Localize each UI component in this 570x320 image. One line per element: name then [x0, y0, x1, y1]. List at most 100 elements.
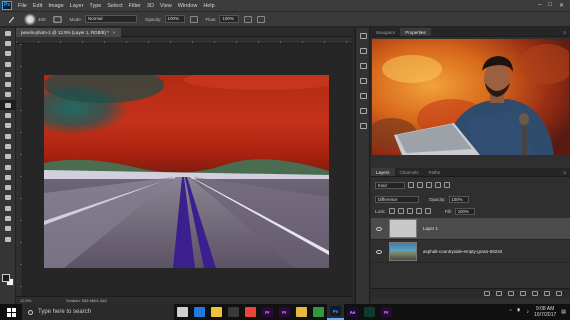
minimize-icon[interactable]: –	[538, 2, 541, 9]
healing-brush-tool-icon[interactable]	[0, 90, 16, 100]
clone-stamp-tool-icon[interactable]	[0, 110, 16, 120]
flow-field[interactable]: 100%	[219, 15, 240, 23]
tab-navigator[interactable]: Navigator	[371, 28, 400, 36]
taskbar-clock[interactable]: 9:08 AM 10/7/2017	[534, 306, 556, 318]
airbrush-toggle-icon[interactable]	[244, 15, 253, 23]
premiere-icon[interactable]: Pr	[259, 304, 276, 320]
opacity-field[interactable]: 100%	[164, 15, 185, 23]
filter-shape-icon[interactable]	[435, 182, 441, 188]
layer-opacity-field[interactable]: 100%	[448, 195, 469, 203]
lock-transparent-icon[interactable]	[388, 208, 395, 214]
edge-icon[interactable]	[191, 304, 208, 320]
tab-paths[interactable]: Paths	[424, 168, 446, 176]
gradient-tool-icon[interactable]	[0, 141, 16, 151]
pressure-opacity-toggle-icon[interactable]	[189, 15, 198, 23]
brush-tool-icon[interactable]	[7, 15, 16, 24]
brush-preset-icon[interactable]	[23, 13, 37, 25]
navigator-thumbnail[interactable]	[372, 39, 569, 155]
menu-help[interactable]: Help	[200, 3, 217, 9]
foreground-color-swatch[interactable]	[2, 274, 10, 282]
close-tab-icon[interactable]: ×	[113, 30, 116, 35]
crop-tool-icon[interactable]	[0, 69, 16, 79]
move-tool-icon[interactable]	[0, 28, 16, 38]
dodge-tool-icon[interactable]	[0, 162, 16, 172]
lock-all-icon[interactable]	[424, 208, 431, 214]
paragraph-panel-icon[interactable]	[356, 103, 371, 118]
panel-menu-icon[interactable]: ≡	[563, 28, 570, 36]
pressure-size-toggle-icon[interactable]	[257, 15, 266, 23]
lasso-tool-icon[interactable]	[0, 49, 16, 59]
menu-select[interactable]: Select	[104, 3, 125, 9]
menu-layer[interactable]: Layer	[67, 3, 87, 9]
zoom-tool-icon[interactable]	[0, 224, 16, 234]
character-panel-icon[interactable]	[356, 88, 371, 103]
document-tab[interactable]: pexels-photo-1 @ 12.5% (Layer 1, RGB/8) …	[16, 28, 121, 37]
marquee-tool-icon[interactable]	[0, 38, 16, 48]
tab-layers[interactable]: Layers	[371, 168, 395, 176]
filter-adjustment-icon[interactable]	[417, 182, 423, 188]
mode-select[interactable]: Normal	[85, 15, 138, 23]
history-brush-tool-icon[interactable]	[0, 121, 16, 131]
filter-pixel-icon[interactable]	[408, 182, 414, 188]
menu-edit[interactable]: Edit	[30, 3, 45, 9]
document-canvas[interactable]	[44, 75, 329, 268]
eraser-tool-icon[interactable]	[0, 131, 16, 141]
filter-type-icon[interactable]	[426, 182, 432, 188]
tab-properties[interactable]: Properties	[400, 28, 431, 36]
filter-smart-object-icon[interactable]	[444, 182, 450, 188]
volume-icon[interactable]: ♪	[527, 309, 530, 315]
hand-tool-icon[interactable]	[0, 213, 16, 223]
menu-file[interactable]: File	[15, 3, 30, 9]
menu-3d[interactable]: 3D	[144, 3, 157, 9]
fill-field[interactable]: 100%	[454, 207, 475, 215]
pen-tool-icon[interactable]	[0, 172, 16, 182]
blur-tool-icon[interactable]	[0, 152, 16, 162]
layer-style-icon[interactable]	[496, 291, 502, 296]
add-mask-icon[interactable]	[508, 291, 514, 296]
link-layers-icon[interactable]	[484, 291, 490, 296]
new-layer-icon[interactable]	[544, 291, 550, 296]
shape-tool-icon[interactable]	[0, 203, 16, 213]
action-center-icon[interactable]: ▤	[561, 309, 566, 315]
camtasia-icon[interactable]	[310, 304, 327, 320]
close-icon[interactable]: ✕	[559, 2, 564, 9]
info-panel-icon[interactable]	[356, 58, 371, 73]
network-icon[interactable]: ▘	[518, 309, 522, 315]
edit-toolbar-icon[interactable]	[0, 234, 16, 244]
after-effects-icon[interactable]: Ae	[344, 304, 361, 320]
layers-menu-icon[interactable]: ≡	[563, 168, 570, 176]
layer-filter-select[interactable]: Kind	[375, 181, 405, 189]
audition-icon[interactable]	[361, 304, 378, 320]
folder-icon[interactable]	[293, 304, 310, 320]
store-icon[interactable]	[225, 304, 242, 320]
brush-tool-active-icon[interactable]	[0, 100, 16, 111]
lock-artboard-icon[interactable]	[415, 208, 422, 214]
adjustment-layer-icon[interactable]	[520, 291, 526, 296]
menu-image[interactable]: Image	[45, 3, 66, 9]
type-tool-icon[interactable]	[0, 182, 16, 192]
chrome-icon[interactable]	[242, 304, 259, 320]
layer-row-layer-1[interactable]: Layer 1	[371, 218, 570, 240]
visibility-eye-icon[interactable]	[376, 249, 382, 254]
delete-layer-icon[interactable]	[556, 291, 562, 296]
menu-view[interactable]: View	[157, 3, 175, 9]
task-view-icon[interactable]	[174, 304, 191, 320]
path-selection-tool-icon[interactable]	[0, 193, 16, 203]
tab-channels[interactable]: Channels	[395, 168, 424, 176]
adjustments-panel-icon[interactable]	[356, 73, 371, 88]
premiere-icon-3[interactable]: Pr	[378, 304, 395, 320]
notifications-chevron-icon[interactable]: ⌃	[508, 309, 512, 315]
menu-type[interactable]: Type	[86, 3, 104, 9]
brush-settings-panel-icon[interactable]	[356, 43, 371, 58]
taskbar-search-box[interactable]: Type here to search	[22, 304, 174, 320]
quick-select-tool-icon[interactable]	[0, 59, 16, 69]
group-icon[interactable]	[532, 291, 538, 296]
eyedropper-tool-icon[interactable]	[0, 79, 16, 89]
maximize-icon[interactable]: □	[548, 2, 552, 9]
start-button[interactable]	[0, 304, 22, 320]
premiere-icon-2[interactable]: Pr	[276, 304, 293, 320]
layer-row-background[interactable]: asphalt-countryside-empty-grass-68234	[371, 241, 570, 263]
lock-position-icon[interactable]	[406, 208, 413, 214]
brush-panel-icon[interactable]	[52, 15, 62, 24]
menu-window[interactable]: Window	[175, 3, 201, 9]
